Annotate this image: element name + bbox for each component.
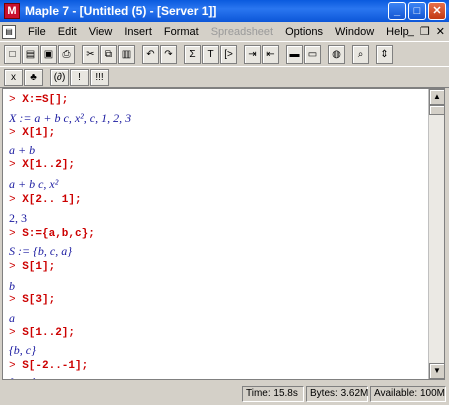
input-text[interactable]: S:={a,b,c}; [22,228,95,240]
execute-icon[interactable]: ! [70,68,89,86]
copy-icon[interactable]: ⧉ [100,44,117,64]
output-line: {b, c} [9,343,36,357]
close-button[interactable]: ✕ [428,2,446,20]
menu-edit[interactable]: Edit [52,26,83,38]
doc-close-button[interactable]: ✕ [436,25,445,38]
undo-icon[interactable]: ↶ [142,44,159,64]
math-mode-icon[interactable]: x [4,68,23,86]
text-mode-icon[interactable]: (∂) [50,68,69,86]
outdent-icon[interactable]: ⇤ [262,44,279,64]
status-bar: Time: 15.8s Bytes: 3.62M Available: 100M [0,384,449,405]
output-line: X := a + b c, x², c, 1, 2, 3 [9,111,132,125]
stop-icon[interactable]: ◍ [328,44,345,64]
prompt-marker: > [9,127,23,139]
maple-app-icon[interactable]: M [4,3,20,19]
print-icon[interactable]: ⎙ [58,44,75,64]
prompt-marker: > [9,194,23,206]
status-time: Time: 15.8s [242,386,304,402]
input-text[interactable]: X[1..2]; [22,159,75,171]
main-toolbar: □ ▤ ▣ ⎙ ✂ ⧉ ▥ ↶ ↷ Σ T [> ⇥ ⇤ ▬ ▭ ◍ ⌕ ⇕ [0,41,449,67]
input-text[interactable]: S[1]; [22,261,55,273]
status-available: Available: 100M [370,386,446,402]
menu-file[interactable]: File [22,26,52,38]
prompt-marker: > [9,360,23,372]
input-line[interactable]: > X[1]; [9,126,55,139]
worksheet[interactable]: > X:=S[]; X := a + b c, x², c, 1, 2, 3 > X… [2,88,445,380]
maximize-button[interactable]: □ [408,2,426,20]
minimize-button[interactable]: _ [388,2,406,20]
input-text[interactable]: X:=S[]; [22,94,68,106]
context-toolbar: x ♣ (∂)!!!! [0,66,449,88]
title-bar[interactable]: M Maple 7 - [Untitled (5) - [Server 1]] … [0,0,449,22]
sigma-icon[interactable]: Σ [184,44,201,64]
scroll-thumb[interactable] [429,105,444,115]
doc-restore-button[interactable]: ❐ [420,25,430,38]
text-icon[interactable]: T [202,44,219,64]
input-line[interactable]: > X:=S[]; [9,93,68,106]
menu-window[interactable]: Window [329,26,380,38]
expand-icon[interactable]: ▭ [304,44,321,64]
window-title: Maple 7 - [Untitled (5) - [Server 1]] [25,4,217,18]
zoom-icon[interactable]: ⌕ [352,44,369,64]
execute-all-icon[interactable]: !!! [90,68,109,86]
scroll-down-button[interactable]: ▼ [429,363,444,379]
scroll-icon[interactable]: ⇕ [376,44,393,64]
scroll-up-button[interactable]: ▲ [429,89,444,105]
input-line[interactable]: > X[2.. 1]; [9,193,82,206]
prompt-marker: > [9,261,23,273]
menu-spreadsheet[interactable]: Spreadsheet [205,26,279,38]
new-icon[interactable]: □ [4,44,21,64]
menu-bar: ▤ File Edit View Insert Format Spreadsheet Opt… [0,22,449,41]
input-line[interactable]: > S:={a,b,c}; [9,227,95,240]
menu-insert[interactable]: Insert [118,26,158,38]
paste-icon[interactable]: ▥ [118,44,135,64]
input-line[interactable]: > S[3]; [9,293,55,306]
prompt-marker: > [9,228,23,240]
menu-format[interactable]: Format [158,26,205,38]
menu-view[interactable]: View [83,26,119,38]
doc-minimize-button[interactable]: _ [408,25,414,38]
vertical-scrollbar[interactable]: ▲ ▼ [428,89,444,379]
output-line: b [9,279,15,293]
redo-icon[interactable]: ↷ [160,44,177,64]
output-line: a + b c, x² [9,177,59,191]
input-text[interactable]: S[-2..-1]; [22,360,88,372]
output-line: {c, a} [9,375,36,379]
output-line: S := {b, c, a} [9,244,73,258]
input-line[interactable]: > S[1]; [9,260,55,273]
collapse-icon[interactable]: ▬ [286,44,303,64]
prompt-marker: > [9,294,23,306]
input-text[interactable]: S[3]; [22,294,55,306]
menu-options[interactable]: Options [279,26,329,38]
input-text[interactable]: S[1..2]; [22,327,75,339]
prompt-marker: > [9,327,23,339]
input-line[interactable]: > X[1..2]; [9,158,75,171]
cut-icon[interactable]: ✂ [82,44,99,64]
output-line: a + b [9,143,36,157]
output-line: a [9,311,15,325]
save-icon[interactable]: ▣ [40,44,57,64]
input-line[interactable]: > S[1..2]; [9,326,75,339]
input-text[interactable]: X[2.. 1]; [22,194,81,206]
plant-icon[interactable]: ♣ [24,68,43,86]
indent-icon[interactable]: ⇥ [244,44,261,64]
prompt-icon[interactable]: [> [220,44,237,64]
prompt-marker: > [9,94,23,106]
open-icon[interactable]: ▤ [22,44,39,64]
status-bytes: Bytes: 3.62M [306,386,368,402]
document-icon[interactable]: ▤ [2,24,16,39]
prompt-marker: > [9,159,23,171]
input-text[interactable]: X[1]; [22,127,55,139]
input-line[interactable]: > S[-2..-1]; [9,359,88,372]
output-line: 2, 3 [9,211,27,225]
